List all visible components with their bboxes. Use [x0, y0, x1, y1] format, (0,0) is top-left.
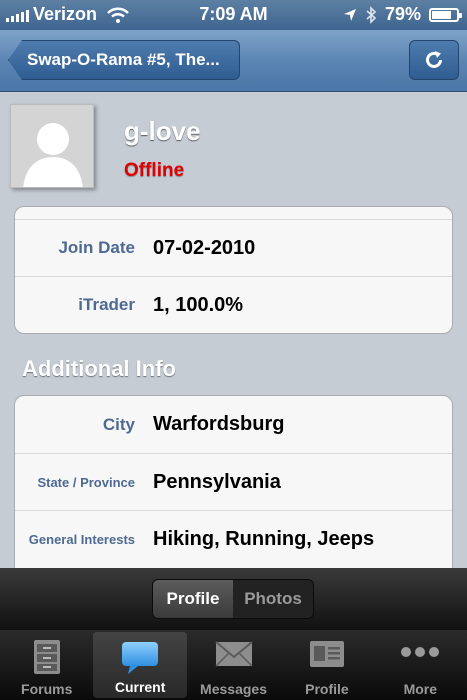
- state-label: State / Province: [37, 474, 135, 490]
- join-date-value: 07-02-2010: [153, 236, 256, 259]
- battery-percent: 79%: [384, 4, 421, 24]
- tab-messages[interactable]: Messages: [187, 630, 280, 700]
- battery-icon: [429, 7, 462, 22]
- additional-info-group: City Warfordsburg State / Province Penns…: [14, 395, 453, 568]
- tab-current-label: Current: [114, 679, 166, 695]
- profile-header: g-love Offline: [0, 92, 467, 212]
- state-value: Pennsylvania: [153, 470, 281, 493]
- info-row-partial: [15, 207, 452, 219]
- info-row-itrader[interactable]: iTrader 1, 100.0%: [15, 276, 452, 333]
- tab-more[interactable]: More: [374, 630, 467, 700]
- navigation-bar: Swap-O-Rama #5, The...: [0, 30, 467, 92]
- interests-value: Hiking, Running, Jeeps: [153, 527, 375, 550]
- city-label: City: [102, 414, 135, 434]
- segment-toolbar: Profile Photos: [0, 568, 467, 630]
- refresh-button[interactable]: [409, 40, 459, 80]
- chat-bubble-icon: [122, 642, 159, 674]
- profile-photos-segment: Profile Photos: [152, 579, 314, 619]
- info-row-join-date: Join Date 07-02-2010: [15, 219, 452, 276]
- join-date-label: Join Date: [58, 238, 135, 257]
- avatar: [10, 104, 94, 188]
- segment-photos[interactable]: Photos: [233, 580, 313, 618]
- info-row-state: State / Province Pennsylvania: [15, 453, 452, 510]
- tab-current[interactable]: Current: [93, 632, 187, 698]
- tab-forums-label: Forums: [21, 681, 73, 697]
- default-avatar-icon: [11, 105, 93, 187]
- info-group: Join Date 07-02-2010 iTrader 1, 100.0%: [14, 206, 453, 334]
- info-row-city: City Warfordsburg: [15, 396, 452, 453]
- tab-bar: Forums Current Messages Profile More: [0, 630, 467, 700]
- back-button[interactable]: Swap-O-Rama #5, The...: [8, 40, 240, 80]
- tab-profile-label: Profile: [305, 681, 349, 697]
- more-dots-icon: [401, 647, 440, 657]
- city-value: Warfordsburg: [153, 413, 285, 435]
- tab-more-label: More: [403, 681, 438, 697]
- info-row-interests: General Interests Hiking, Running, Jeeps: [15, 510, 452, 567]
- tab-forums[interactable]: Forums: [0, 630, 93, 700]
- itrader-label: iTrader: [78, 295, 135, 314]
- location-arrow-icon: [343, 8, 356, 21]
- tab-profile[interactable]: Profile: [280, 630, 373, 700]
- segment-profile[interactable]: Profile: [153, 580, 233, 618]
- username: g-love: [124, 116, 201, 146]
- profile-content[interactable]: g-love Offline Join Date 07-02-2010 iTra…: [0, 92, 467, 568]
- id-card-icon: [309, 641, 344, 667]
- online-status: Offline: [124, 160, 185, 181]
- bluetooth-icon: [366, 5, 377, 24]
- cabinet-icon: [33, 640, 60, 674]
- status-right: 79%: [343, 4, 462, 25]
- tab-messages-label: Messages: [200, 681, 267, 697]
- refresh-icon: [426, 51, 442, 68]
- additional-info-title: Additional Info: [22, 356, 176, 381]
- interests-label: General Interests: [28, 531, 135, 547]
- itrader-value: 1, 100.0%: [153, 293, 244, 316]
- envelope-icon: [214, 641, 253, 667]
- status-bar: Verizon 7:09 AM 79%: [0, 0, 467, 30]
